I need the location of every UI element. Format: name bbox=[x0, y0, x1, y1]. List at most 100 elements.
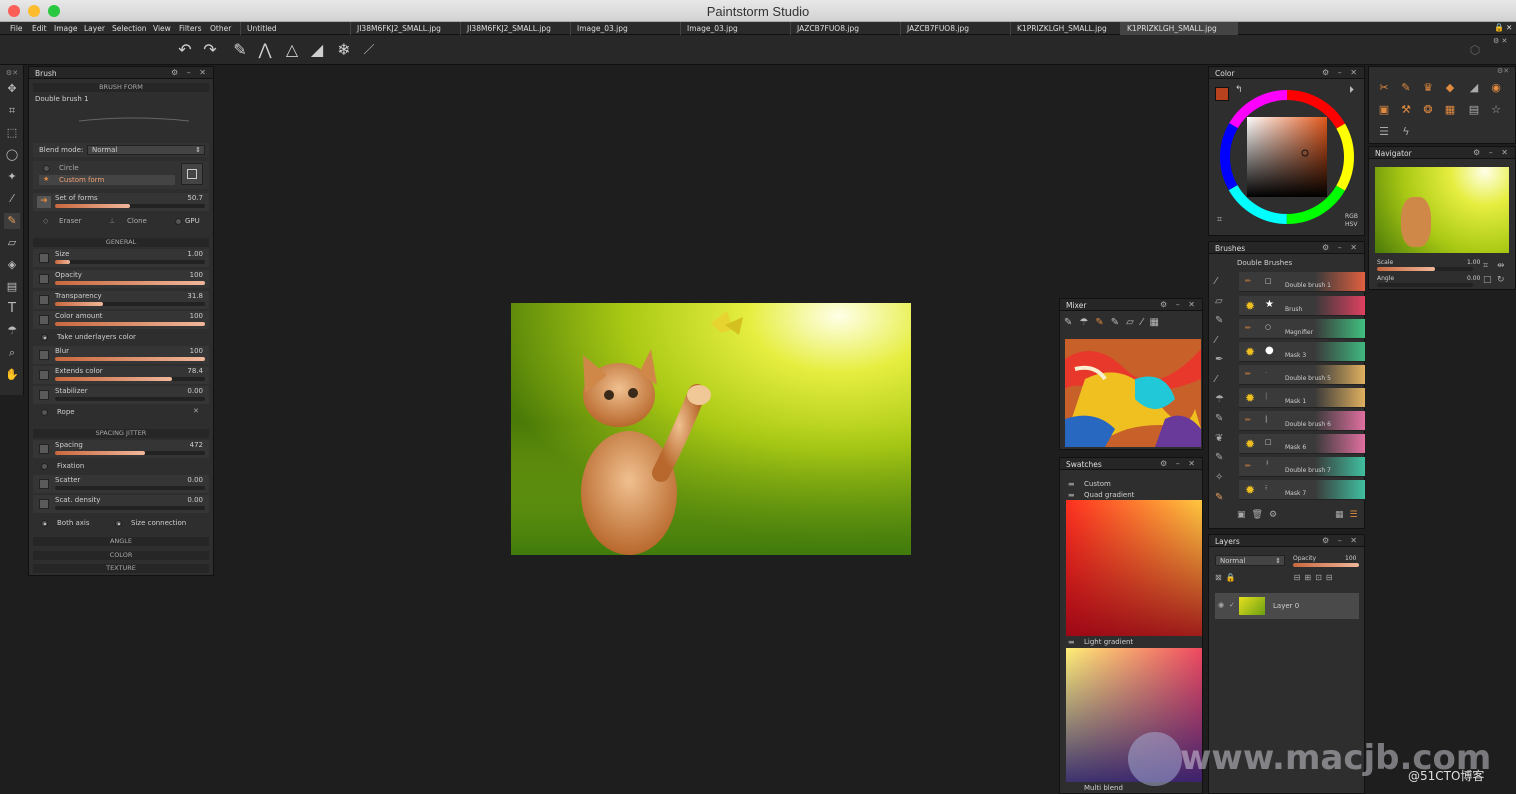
brush-item[interactable]: ✹ | Mask 1 bbox=[1239, 388, 1365, 408]
gradient-icon[interactable]: ◢ bbox=[1467, 81, 1481, 95]
menu-view[interactable]: View bbox=[153, 24, 171, 33]
swatch-set-custom[interactable]: Custom bbox=[1084, 480, 1111, 488]
symmetry-icon[interactable]: ⋀ bbox=[256, 41, 274, 59]
eyedropper-icon[interactable]: ⁄ bbox=[4, 191, 20, 207]
brush-item[interactable]: ✏ | Double brush 6 bbox=[1239, 411, 1365, 431]
magic-wand-icon[interactable]: ✦ bbox=[4, 169, 20, 185]
eraser-icon[interactable]: ▱ bbox=[4, 235, 20, 251]
angle-header[interactable]: ANGLE bbox=[33, 537, 209, 546]
opacity-slider[interactable] bbox=[55, 281, 205, 285]
scat-density-pressure-toggle[interactable] bbox=[39, 499, 49, 509]
menu-edit[interactable]: Edit bbox=[32, 24, 47, 33]
brush-group-name[interactable]: Double Brushes bbox=[1237, 259, 1292, 267]
spacing-slider[interactable] bbox=[55, 451, 205, 455]
layers-icon[interactable]: ◆ bbox=[1443, 81, 1457, 95]
panel-controls[interactable]: ⚙ – ✕ bbox=[171, 68, 209, 77]
canvas-image[interactable] bbox=[511, 303, 911, 555]
both-axis-radio[interactable] bbox=[41, 520, 48, 527]
brush-form-header[interactable]: BRUSH FORM bbox=[33, 83, 209, 92]
merge-icon[interactable]: ⊟ bbox=[1294, 573, 1305, 582]
tab-document[interactable]: JAZCB7FUO8.jpg bbox=[900, 22, 1010, 35]
brush-item[interactable]: ✏ □ Double brush 1 bbox=[1239, 272, 1365, 292]
notes-icon[interactable]: ▤ bbox=[1467, 103, 1481, 117]
extends-color-row[interactable]: Extends color 78.4 bbox=[33, 366, 209, 384]
tab-document[interactable]: K1PRIZKLGH_SMALL.jpg bbox=[1010, 22, 1120, 35]
kaleidoscope-icon[interactable]: ❄ bbox=[335, 41, 353, 59]
flip-icon[interactable]: ⇹ bbox=[1497, 261, 1505, 271]
panel-controls[interactable]: ⚙ – ✕ bbox=[1160, 459, 1198, 468]
tab-document[interactable]: JAZCB7FUO8.jpg bbox=[790, 22, 900, 35]
swatch-set-multi-blend[interactable]: Multi blend bbox=[1084, 784, 1123, 792]
scatter-slider[interactable] bbox=[55, 486, 205, 490]
mask-icon[interactable]: ⊠ bbox=[1215, 573, 1226, 582]
rgb-mode[interactable]: RGB bbox=[1345, 213, 1358, 220]
eraser-toggle[interactable]: Eraser bbox=[59, 217, 81, 225]
marker-icon[interactable]: ⁄ bbox=[1215, 331, 1235, 351]
brush-item[interactable]: ✹ ● Mask 3 bbox=[1239, 342, 1365, 362]
tab-document[interactable]: Image_03.jpg bbox=[680, 22, 790, 35]
color-icon[interactable]: ◉ bbox=[1489, 81, 1503, 95]
tab-untitled[interactable]: Untitled bbox=[240, 22, 350, 35]
transparency-slider[interactable] bbox=[55, 302, 205, 306]
list-view-icon[interactable]: ☰ bbox=[1350, 510, 1364, 520]
brush-item[interactable]: ✏ ╵ Double brush 7 bbox=[1239, 457, 1365, 477]
color-wheel[interactable] bbox=[1217, 87, 1357, 227]
grid-icon[interactable]: ▦ bbox=[1150, 317, 1166, 328]
swatch-set-light-gradient[interactable]: Light gradient bbox=[1084, 638, 1133, 646]
leaf-icon[interactable]: ❦ bbox=[1215, 429, 1235, 449]
extends-color-slider[interactable] bbox=[55, 377, 205, 381]
menu-filters[interactable]: Filters bbox=[179, 24, 201, 33]
color-amount-slider[interactable] bbox=[55, 322, 205, 326]
swatch-set-quad-gradient[interactable]: Quad gradient bbox=[1084, 491, 1134, 499]
swatches-icon[interactable]: ▦ bbox=[1443, 103, 1457, 117]
grid-view-icon[interactable]: ▦ bbox=[1335, 510, 1350, 520]
palette-icon[interactable]: ❂ bbox=[1421, 103, 1435, 117]
scatter-pressure-toggle[interactable] bbox=[39, 479, 49, 489]
spacing-jitter-header[interactable]: SPACING JITTER bbox=[33, 429, 209, 438]
size-connection-radio[interactable] bbox=[115, 520, 122, 527]
panel-controls[interactable]: ⚙ – ✕ bbox=[1322, 68, 1360, 77]
rotate-icon[interactable]: ↻ bbox=[1497, 275, 1505, 285]
scale-slider[interactable] bbox=[1377, 267, 1473, 271]
quad-gradient-swatches[interactable] bbox=[1066, 500, 1202, 636]
clone-toggle[interactable]: Clone bbox=[127, 217, 147, 225]
delete-icon[interactable]: ⊟ bbox=[1326, 573, 1337, 582]
set-of-forms-row[interactable]: ➔ Set of forms 50.7 bbox=[33, 193, 209, 211]
airbrush-icon[interactable]: ✧ bbox=[1215, 468, 1235, 488]
close-icon[interactable]: ✕ bbox=[1506, 23, 1512, 32]
gradient-icon[interactable]: ▤ bbox=[4, 279, 20, 295]
brush-item[interactable]: ✏ · Double brush 5 bbox=[1239, 365, 1365, 385]
mixer-tools[interactable]: ✎☂✎✎▱⁄▦ bbox=[1064, 317, 1200, 333]
image-icon[interactable]: ▣ bbox=[1377, 103, 1391, 117]
panel-controls[interactable]: ⚙ – ✕ bbox=[1473, 148, 1511, 157]
menu-other[interactable]: Other bbox=[210, 24, 231, 33]
stabilizer-row[interactable]: Stabilizer 0.00 bbox=[33, 386, 209, 404]
size-row[interactable]: Size 1.00 bbox=[33, 249, 209, 267]
lock-icon[interactable]: 🔒 bbox=[1226, 573, 1240, 582]
rope-row[interactable]: Rope ✕ bbox=[33, 406, 209, 418]
zoom-icon[interactable]: ⌕ bbox=[4, 345, 20, 361]
text-tool-icon[interactable]: T bbox=[4, 301, 20, 317]
brush-icon[interactable]: ✎ bbox=[1215, 311, 1235, 331]
scat-density-row[interactable]: Scat. density 0.00 bbox=[33, 495, 209, 513]
scatter-row[interactable]: Scatter 0.00 bbox=[33, 475, 209, 493]
delete-brush-icon[interactable]: 🗑 bbox=[1252, 510, 1269, 520]
brush-icon[interactable]: ✎ bbox=[1215, 409, 1235, 429]
brush-item[interactable]: ✏ ○ Magnifier bbox=[1239, 319, 1365, 339]
ruler-icon[interactable]: ◢ bbox=[308, 41, 326, 59]
smudge-icon[interactable]: ☂ bbox=[1215, 390, 1235, 410]
size-pressure-toggle[interactable] bbox=[39, 253, 49, 263]
menu-image[interactable]: Image bbox=[54, 24, 78, 33]
transparency-pressure-toggle[interactable] bbox=[39, 295, 49, 305]
tab-document[interactable]: Image_03.jpg bbox=[570, 22, 680, 35]
custom-form-option[interactable]: ★ Custom form bbox=[39, 175, 175, 185]
take-underlayers-row[interactable]: Take underlayers color bbox=[33, 331, 209, 343]
reset-icon[interactable]: □ bbox=[1483, 275, 1492, 285]
lasso-icon[interactable]: ◯ bbox=[4, 147, 20, 163]
size-slider[interactable] bbox=[55, 260, 205, 264]
stabilizer-slider[interactable] bbox=[55, 397, 205, 401]
toolbox-controls[interactable]: ⚙✕ bbox=[4, 65, 20, 77]
mixer-canvas[interactable] bbox=[1065, 339, 1201, 447]
play-icon[interactable]: ⏵ bbox=[1349, 85, 1354, 96]
rect-select-icon[interactable]: ⬚ bbox=[4, 125, 20, 141]
